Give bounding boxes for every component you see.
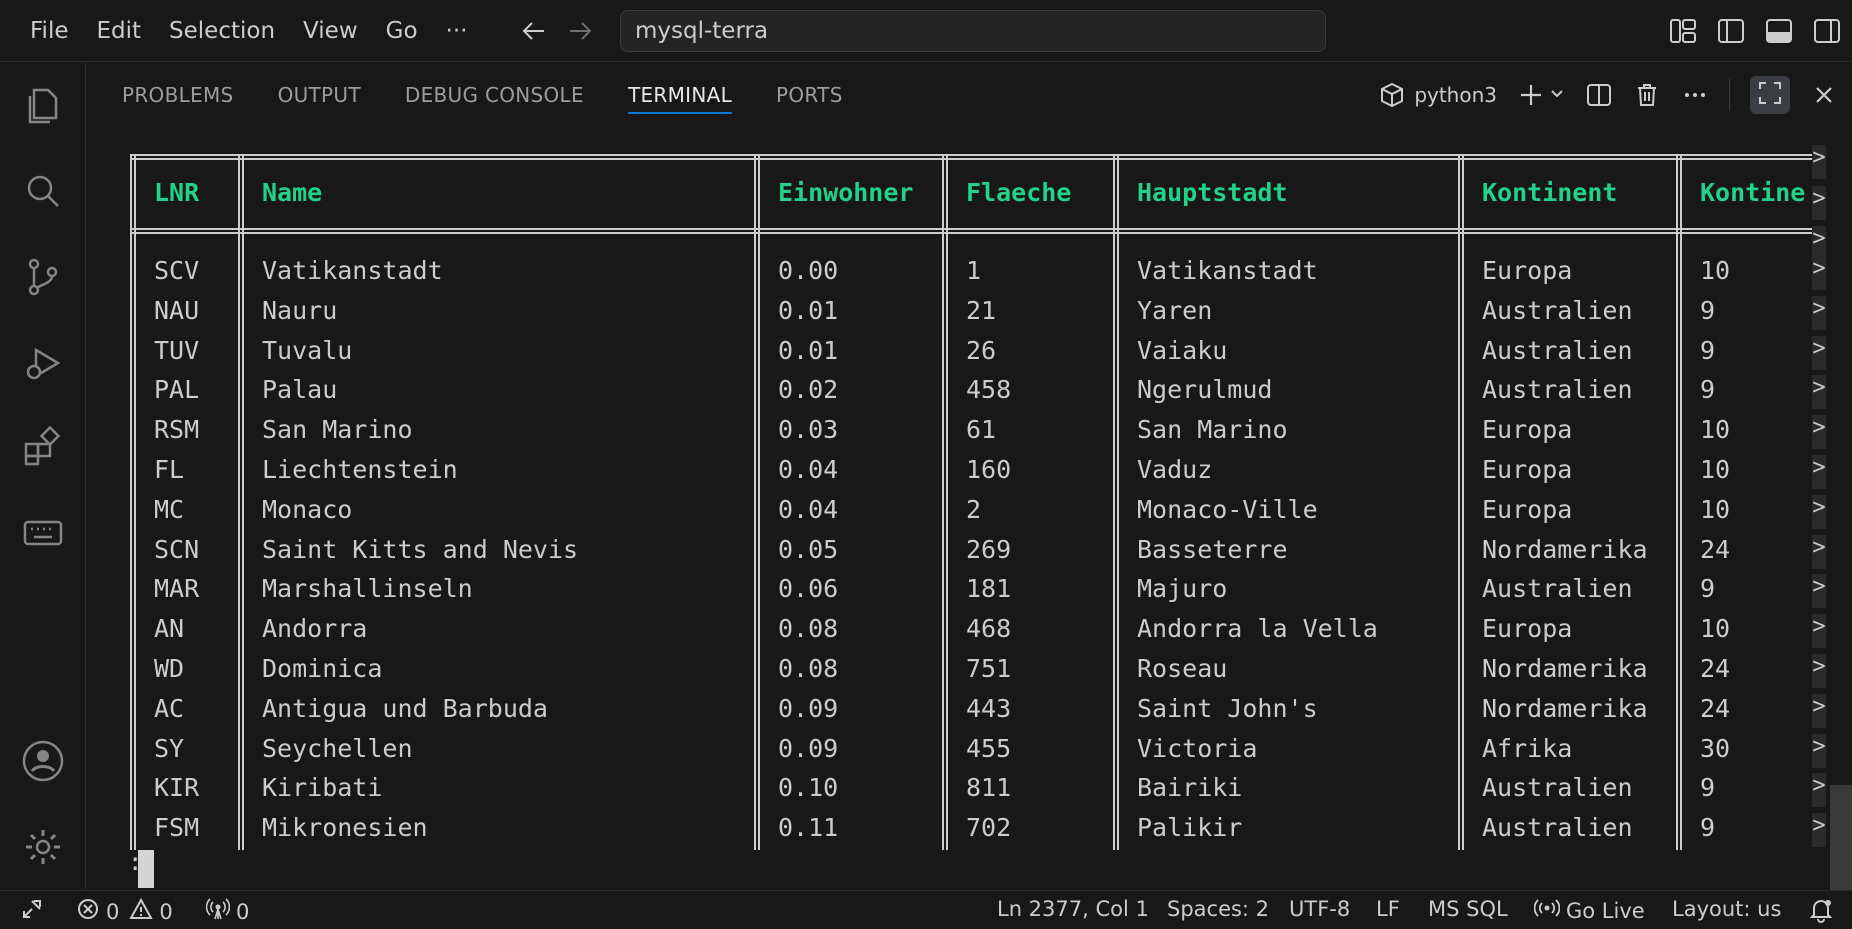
go-live-label: Go Live bbox=[1566, 898, 1645, 923]
toolbar-separator bbox=[1729, 79, 1730, 111]
command-center-search[interactable]: mysql-terra bbox=[620, 10, 1326, 52]
menu-more[interactable]: ··· bbox=[432, 18, 482, 44]
warning-count: 0 bbox=[159, 899, 173, 924]
customize-layout-icon[interactable] bbox=[1668, 16, 1698, 46]
menu-file[interactable]: File bbox=[16, 18, 83, 44]
explorer-icon[interactable] bbox=[20, 82, 66, 128]
close-icon[interactable] bbox=[1810, 81, 1838, 109]
maximize-panel-button[interactable] bbox=[1750, 76, 1790, 114]
encoding[interactable]: UTF-8 bbox=[1289, 897, 1350, 921]
problems-indicator[interactable]: 0 0 bbox=[76, 897, 173, 926]
keyboard-layout[interactable]: Layout: us bbox=[1672, 897, 1781, 921]
back-arrow-icon[interactable] bbox=[520, 17, 548, 45]
error-icon bbox=[76, 897, 100, 926]
toggle-panel-icon[interactable] bbox=[1764, 16, 1794, 46]
maximize-icon bbox=[1757, 80, 1783, 110]
terminal-shell-icon bbox=[1378, 81, 1406, 109]
go-live-button[interactable]: Go Live bbox=[1533, 897, 1645, 924]
menu-selection[interactable]: Selection bbox=[155, 18, 289, 44]
more-actions-icon[interactable] bbox=[1681, 81, 1709, 109]
keyboard-icon[interactable] bbox=[20, 510, 66, 556]
plus-icon bbox=[1517, 81, 1545, 109]
notifications-bell-icon[interactable] bbox=[1808, 897, 1834, 923]
terminal-cursor bbox=[138, 850, 154, 888]
terminal-panel: PROBLEMS OUTPUT DEBUG CONSOLE TERMINAL P… bbox=[86, 62, 1852, 890]
terminal-scrollbar[interactable] bbox=[1830, 785, 1852, 890]
new-terminal-button[interactable] bbox=[1517, 81, 1565, 109]
run-debug-icon[interactable] bbox=[20, 340, 66, 386]
warning-icon bbox=[129, 897, 154, 926]
menu-view[interactable]: View bbox=[289, 18, 372, 44]
terminal-profile-name: python3 bbox=[1414, 83, 1497, 107]
menu-go[interactable]: Go bbox=[372, 18, 432, 44]
tab-problems[interactable]: PROBLEMS bbox=[122, 62, 234, 128]
end-of-line[interactable]: LF bbox=[1376, 897, 1400, 921]
trash-icon[interactable] bbox=[1633, 81, 1661, 109]
broadcast-icon bbox=[205, 897, 231, 926]
ports-indicator[interactable]: 0 bbox=[205, 897, 250, 926]
radio-tower-icon bbox=[1533, 897, 1561, 924]
activity-bar bbox=[0, 62, 86, 890]
toggle-primary-sidebar-icon[interactable] bbox=[1716, 16, 1746, 46]
remote-icon bbox=[20, 897, 44, 926]
search-icon[interactable] bbox=[20, 168, 66, 214]
remote-indicator[interactable] bbox=[20, 897, 44, 926]
cursor-position[interactable]: Ln 2377, Col 1 bbox=[997, 897, 1149, 921]
language-mode[interactable]: MS SQL bbox=[1428, 897, 1508, 921]
panel-toolbar: python3 bbox=[1378, 76, 1838, 114]
tab-ports[interactable]: PORTS bbox=[776, 62, 843, 128]
source-control-icon[interactable] bbox=[20, 254, 66, 300]
panel-tabs: PROBLEMS OUTPUT DEBUG CONSOLE TERMINAL P… bbox=[122, 62, 843, 128]
indentation[interactable]: Spaces: 2 bbox=[1167, 897, 1269, 921]
menu-bar: File Edit Selection View Go ··· bbox=[16, 0, 481, 62]
settings-gear-icon[interactable] bbox=[20, 824, 66, 870]
ports-count: 0 bbox=[236, 899, 250, 924]
forward-arrow-icon[interactable] bbox=[566, 17, 594, 45]
split-terminal-icon[interactable] bbox=[1585, 81, 1613, 109]
status-bar: 0 0 0 Ln 2377, Col 1 Spaces: 2 UTF-8 LF … bbox=[0, 890, 1852, 929]
terminal-profile[interactable]: python3 bbox=[1378, 81, 1497, 109]
chevron-down-icon bbox=[1549, 85, 1565, 105]
tab-output[interactable]: OUTPUT bbox=[278, 62, 361, 128]
tab-terminal[interactable]: TERMINAL bbox=[627, 62, 733, 128]
menu-edit[interactable]: Edit bbox=[83, 18, 156, 44]
toggle-secondary-sidebar-icon[interactable] bbox=[1812, 16, 1842, 46]
tab-debug-console[interactable]: DEBUG CONSOLE bbox=[405, 62, 584, 128]
accounts-icon[interactable] bbox=[20, 738, 66, 784]
error-count: 0 bbox=[106, 899, 120, 924]
layout-controls bbox=[1668, 16, 1842, 46]
extensions-icon[interactable] bbox=[20, 424, 66, 470]
title-bar: File Edit Selection View Go ··· mysql-te… bbox=[0, 0, 1852, 62]
